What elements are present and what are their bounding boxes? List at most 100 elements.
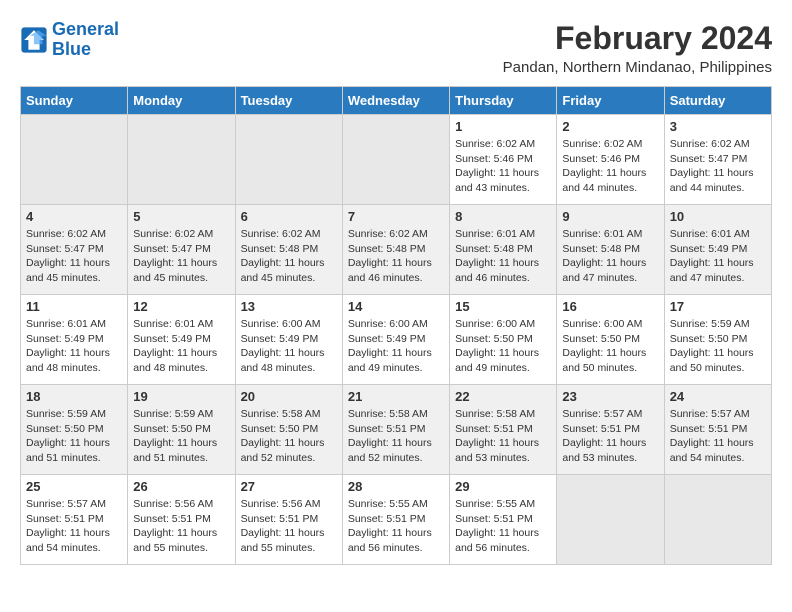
- day-number: 7: [348, 209, 444, 224]
- weekday-header-sunday: Sunday: [21, 87, 128, 115]
- day-info: Sunrise: 6:02 AM Sunset: 5:48 PM Dayligh…: [241, 227, 337, 286]
- day-number: 1: [455, 119, 551, 134]
- day-info: Sunrise: 6:00 AM Sunset: 5:50 PM Dayligh…: [562, 317, 658, 376]
- day-info: Sunrise: 6:01 AM Sunset: 5:49 PM Dayligh…: [133, 317, 229, 376]
- weekday-header-tuesday: Tuesday: [235, 87, 342, 115]
- day-info: Sunrise: 5:57 AM Sunset: 5:51 PM Dayligh…: [562, 407, 658, 466]
- calendar-cell: 11 Sunrise: 6:01 AM Sunset: 5:49 PM Dayli…: [21, 295, 128, 385]
- day-info: Sunrise: 5:58 AM Sunset: 5:51 PM Dayligh…: [348, 407, 444, 466]
- weekday-header-monday: Monday: [128, 87, 235, 115]
- calendar-cell: 10Sunrise: 6:01 AM Sunset: 5:49 PM Dayli…: [664, 205, 771, 295]
- day-number: 27: [241, 479, 337, 494]
- day-info: Sunrise: 5:56 AM Sunset: 5:51 PM Dayligh…: [133, 497, 229, 556]
- calendar-body: 1 Sunrise: 6:02 AM Sunset: 5:46 PM Daylig…: [21, 115, 772, 565]
- day-number: 17: [670, 299, 766, 314]
- day-number: 25: [26, 479, 122, 494]
- calendar-week-2: 4 Sunrise: 6:02 AM Sunset: 5:47 PM Daylig…: [21, 205, 772, 295]
- day-info: Sunrise: 6:01 AM Sunset: 5:49 PM Dayligh…: [26, 317, 122, 376]
- weekday-header-row: SundayMondayTuesdayWednesdayThursdayFrid…: [21, 87, 772, 115]
- calendar-cell: 7Sunrise: 6:02 AM Sunset: 5:48 PM Daylig…: [342, 205, 449, 295]
- day-number: 24: [670, 389, 766, 404]
- weekday-header-saturday: Saturday: [664, 87, 771, 115]
- calendar-cell: 3 Sunrise: 6:02 AM Sunset: 5:47 PM Daylig…: [664, 115, 771, 205]
- day-number: 22: [455, 389, 551, 404]
- day-info: Sunrise: 6:02 AM Sunset: 5:47 PM Dayligh…: [26, 227, 122, 286]
- calendar-cell: 25 Sunrise: 5:57 AM Sunset: 5:51 PM Dayli…: [21, 475, 128, 565]
- calendar-cell: 15Sunrise: 6:00 AM Sunset: 5:50 PM Dayli…: [450, 295, 557, 385]
- calendar-cell: [21, 115, 128, 205]
- day-number: 4: [26, 209, 122, 224]
- calendar-cell: 2 Sunrise: 6:02 AM Sunset: 5:46 PM Daylig…: [557, 115, 664, 205]
- calendar-cell: 27 Sunrise: 5:56 AM Sunset: 5:51 PM Dayli…: [235, 475, 342, 565]
- page-header: General Blue February 2024 Pandan, North…: [20, 20, 772, 76]
- logo-text: General Blue: [52, 20, 119, 60]
- calendar-cell: 12 Sunrise: 6:01 AM Sunset: 5:49 PM Dayli…: [128, 295, 235, 385]
- day-info: Sunrise: 6:01 AM Sunset: 5:48 PM Dayligh…: [562, 227, 658, 286]
- day-number: 3: [670, 119, 766, 134]
- day-number: 23: [562, 389, 658, 404]
- day-info: Sunrise: 5:57 AM Sunset: 5:51 PM Dayligh…: [670, 407, 766, 466]
- weekday-header-wednesday: Wednesday: [342, 87, 449, 115]
- day-info: Sunrise: 5:56 AM Sunset: 5:51 PM Dayligh…: [241, 497, 337, 556]
- calendar-cell: 14 Sunrise: 6:00 AM Sunset: 5:49 PM Dayli…: [342, 295, 449, 385]
- day-number: 29: [455, 479, 551, 494]
- day-info: Sunrise: 5:58 AM Sunset: 5:51 PM Dayligh…: [455, 407, 551, 466]
- calendar-cell: 4 Sunrise: 6:02 AM Sunset: 5:47 PM Daylig…: [21, 205, 128, 295]
- calendar-cell: 29Sunrise: 5:55 AM Sunset: 5:51 PM Dayli…: [450, 475, 557, 565]
- day-info: Sunrise: 6:02 AM Sunset: 5:46 PM Dayligh…: [562, 137, 658, 196]
- calendar-week-1: 1 Sunrise: 6:02 AM Sunset: 5:46 PM Daylig…: [21, 115, 772, 205]
- day-info: Sunrise: 5:59 AM Sunset: 5:50 PM Dayligh…: [26, 407, 122, 466]
- calendar-cell: 8 Sunrise: 6:01 AM Sunset: 5:48 PM Daylig…: [450, 205, 557, 295]
- day-info: Sunrise: 5:58 AM Sunset: 5:50 PM Dayligh…: [241, 407, 337, 466]
- day-info: Sunrise: 5:55 AM Sunset: 5:51 PM Dayligh…: [348, 497, 444, 556]
- day-number: 14: [348, 299, 444, 314]
- calendar-cell: [235, 115, 342, 205]
- location-subtitle: Pandan, Northern Mindanao, Philippines: [503, 59, 772, 76]
- calendar-cell: 16 Sunrise: 6:00 AM Sunset: 5:50 PM Dayli…: [557, 295, 664, 385]
- calendar-week-4: 18 Sunrise: 5:59 AM Sunset: 5:50 PM Dayli…: [21, 385, 772, 475]
- calendar-cell: 24 Sunrise: 5:57 AM Sunset: 5:51 PM Dayli…: [664, 385, 771, 475]
- calendar-week-3: 11 Sunrise: 6:01 AM Sunset: 5:49 PM Dayli…: [21, 295, 772, 385]
- day-number: 19: [133, 389, 229, 404]
- logo-line1: General: [52, 19, 119, 39]
- calendar-cell: 17 Sunrise: 5:59 AM Sunset: 5:50 PM Dayli…: [664, 295, 771, 385]
- day-number: 12: [133, 299, 229, 314]
- day-number: 21: [348, 389, 444, 404]
- day-info: Sunrise: 6:01 AM Sunset: 5:48 PM Dayligh…: [455, 227, 551, 286]
- calendar-week-5: 25 Sunrise: 5:57 AM Sunset: 5:51 PM Dayli…: [21, 475, 772, 565]
- calendar-cell: 20 Sunrise: 5:58 AM Sunset: 5:50 PM Dayli…: [235, 385, 342, 475]
- day-number: 8: [455, 209, 551, 224]
- day-number: 9: [562, 209, 658, 224]
- day-number: 6: [241, 209, 337, 224]
- weekday-header-thursday: Thursday: [450, 87, 557, 115]
- day-number: 2: [562, 119, 658, 134]
- calendar-cell: [128, 115, 235, 205]
- calendar-cell: 23 Sunrise: 5:57 AM Sunset: 5:51 PM Dayli…: [557, 385, 664, 475]
- calendar-cell: 5Sunrise: 6:02 AM Sunset: 5:47 PM Daylig…: [128, 205, 235, 295]
- calendar-cell: 18 Sunrise: 5:59 AM Sunset: 5:50 PM Dayli…: [21, 385, 128, 475]
- day-info: Sunrise: 5:57 AM Sunset: 5:51 PM Dayligh…: [26, 497, 122, 556]
- logo-line2: Blue: [52, 39, 91, 59]
- calendar-cell: [342, 115, 449, 205]
- calendar-cell: 13Sunrise: 6:00 AM Sunset: 5:49 PM Dayli…: [235, 295, 342, 385]
- day-number: 20: [241, 389, 337, 404]
- calendar-cell: 9 Sunrise: 6:01 AM Sunset: 5:48 PM Daylig…: [557, 205, 664, 295]
- calendar-cell: 21 Sunrise: 5:58 AM Sunset: 5:51 PM Dayli…: [342, 385, 449, 475]
- day-info: Sunrise: 6:00 AM Sunset: 5:49 PM Dayligh…: [241, 317, 337, 376]
- weekday-header-friday: Friday: [557, 87, 664, 115]
- day-info: Sunrise: 6:00 AM Sunset: 5:49 PM Dayligh…: [348, 317, 444, 376]
- day-info: Sunrise: 5:59 AM Sunset: 5:50 PM Dayligh…: [670, 317, 766, 376]
- day-info: Sunrise: 6:00 AM Sunset: 5:50 PM Dayligh…: [455, 317, 551, 376]
- day-number: 11: [26, 299, 122, 314]
- day-number: 16: [562, 299, 658, 314]
- logo: General Blue: [20, 20, 119, 60]
- calendar-cell: 19Sunrise: 5:59 AM Sunset: 5:50 PM Dayli…: [128, 385, 235, 475]
- calendar-header: SundayMondayTuesdayWednesdayThursdayFrid…: [21, 87, 772, 115]
- calendar-cell: 28Sunrise: 5:55 AM Sunset: 5:51 PM Dayli…: [342, 475, 449, 565]
- day-info: Sunrise: 6:02 AM Sunset: 5:47 PM Dayligh…: [670, 137, 766, 196]
- month-title: February 2024: [503, 20, 772, 57]
- day-info: Sunrise: 6:01 AM Sunset: 5:49 PM Dayligh…: [670, 227, 766, 286]
- day-info: Sunrise: 6:02 AM Sunset: 5:46 PM Dayligh…: [455, 137, 551, 196]
- day-number: 18: [26, 389, 122, 404]
- calendar-cell: 6 Sunrise: 6:02 AM Sunset: 5:48 PM Daylig…: [235, 205, 342, 295]
